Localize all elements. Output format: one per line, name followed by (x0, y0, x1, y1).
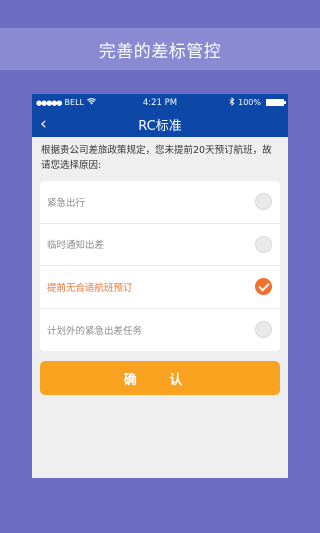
phone-screen: ●●●●● BELL 4:21 PM 100% ‹ RC标准 根据贵公司差旅政策… (32, 94, 288, 478)
radio-unchecked-icon[interactable] (255, 235, 272, 253)
radio-checked-icon[interactable] (255, 278, 272, 296)
nav-bar: ‹ RC标准 (32, 111, 288, 137)
reason-label: 提前无合适航班预订 (47, 282, 133, 294)
banner-title: 完善的差标管控 (98, 41, 222, 62)
reason-label: 紧急出行 (47, 197, 86, 209)
status-time: 4:21 PM (142, 97, 178, 108)
reason-option-urgent-travel[interactable]: 紧急出行 (40, 181, 280, 224)
reason-option-temporary-notice[interactable]: 临时通知出差 (40, 224, 280, 266)
reason-option-unplanned-trip[interactable]: 计划外的紧急出差任务 (40, 309, 280, 352)
battery-icon (266, 99, 286, 106)
reason-label: 计划外的紧急出差任务 (47, 325, 143, 337)
reason-label: 临时通知出差 (47, 240, 105, 252)
radio-unchecked-icon[interactable] (255, 193, 272, 211)
top-banner: 完善的差标管控 (0, 28, 320, 70)
policy-notice: 根据贵公司差旅政策规定，您未提前20天预订航班，故请您选择原因: (41, 145, 272, 171)
confirm-button[interactable]: 确 认 (40, 361, 280, 395)
back-chevron-icon[interactable]: ‹ (40, 114, 47, 134)
reason-options: 紧急出行 临时通知出差 提前无合适航班预订 计划外的紧急出差任务 (40, 181, 280, 351)
radio-unchecked-icon[interactable] (255, 321, 272, 339)
nav-title: RC标准 (138, 118, 182, 134)
reason-option-no-suitable-flight[interactable]: 提前无合适航班预订 (40, 266, 280, 309)
status-bar: ●●●●● BELL 4:21 PM 100% (32, 94, 288, 111)
